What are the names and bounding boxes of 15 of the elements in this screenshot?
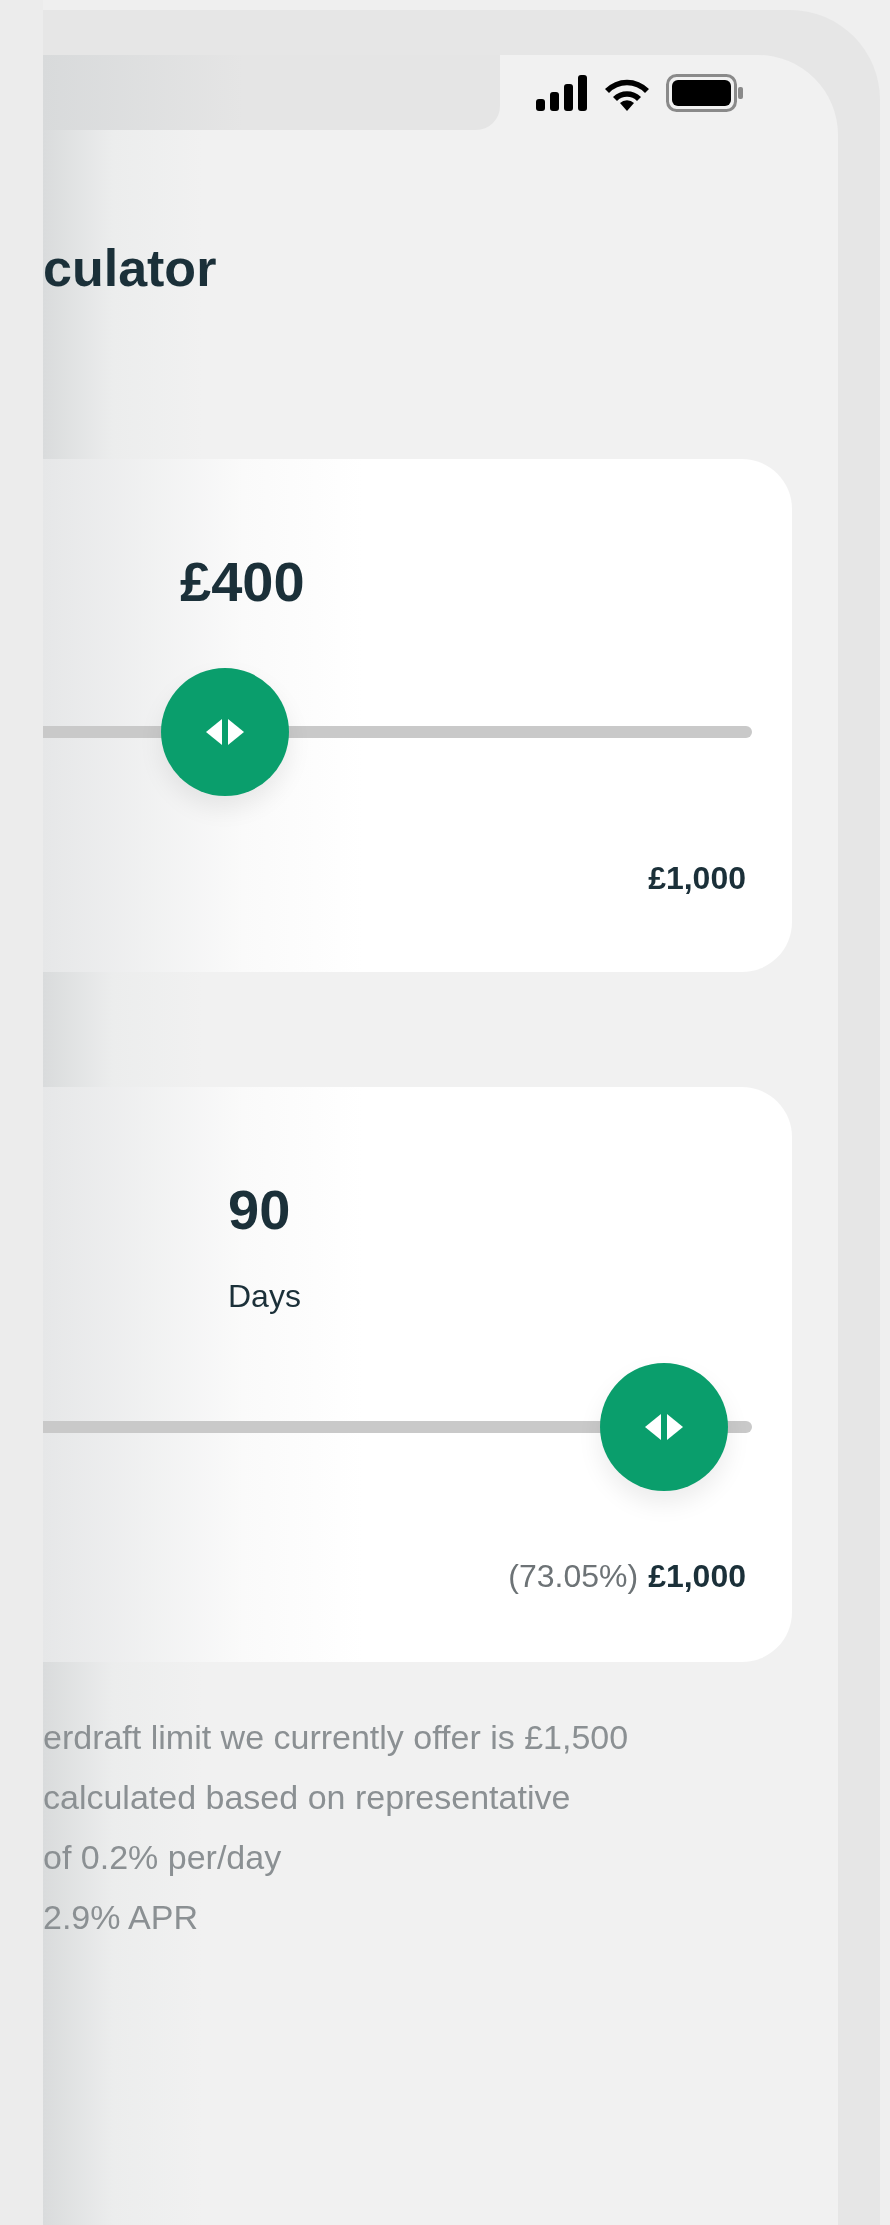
footnote-line: calculated based on representative	[43, 1777, 572, 1818]
slider-value: 90	[228, 1182, 291, 1238]
footnote-line: of 0.2% per/day	[43, 1837, 283, 1878]
battery-icon	[666, 73, 744, 112]
arrows-icon	[645, 1414, 684, 1440]
max-label: £1,000	[648, 1557, 746, 1596]
arrows-icon	[206, 719, 245, 745]
signal-icon	[536, 74, 588, 111]
footnote-line: erdraft limit we currently offer is £1,500	[43, 1717, 630, 1758]
rate-label: (73.05%)	[508, 1557, 639, 1596]
unit-label: Days	[228, 1277, 301, 1316]
screen-title: culator	[43, 242, 218, 294]
max-label: £1,000	[648, 859, 746, 898]
footnote-line: 2.9% APR	[43, 1897, 199, 1938]
slider-value: £400	[180, 554, 305, 610]
